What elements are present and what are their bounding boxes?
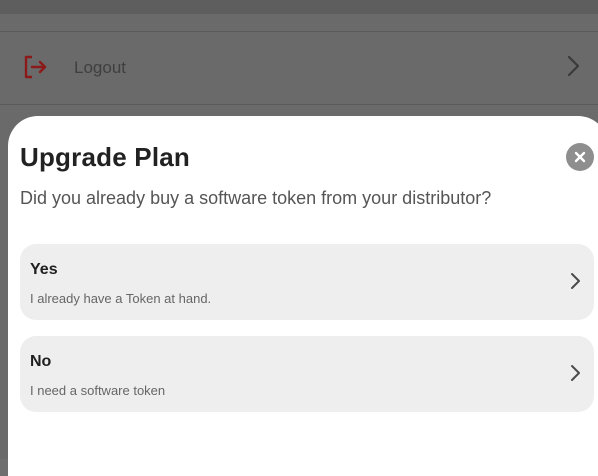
close-button[interactable] [566,143,594,171]
background-top-row [0,0,598,14]
option-title: No [30,353,52,370]
option-no-card[interactable]: No I need a software token [20,336,594,412]
chevron-right-icon [567,55,580,77]
close-icon [574,151,586,163]
chevron-right-icon [571,365,580,381]
chevron-right-icon [571,273,580,289]
upgrade-plan-sheet: Upgrade Plan Did you already buy a softw… [8,116,598,476]
sheet-question: Did you already buy a software token fro… [20,188,492,208]
option-subtitle: I need a software token [30,383,166,398]
option-subtitle: I already have a Token at hand. [30,291,212,306]
logout-icon [24,55,47,79]
option-yes-card[interactable]: Yes I already have a Token at hand. [20,244,594,320]
logout-row[interactable]: Logout [0,32,598,104]
divider [0,104,598,105]
option-title: Yes [30,261,58,278]
logout-label: Logout [74,58,126,77]
sheet-title: Upgrade Plan [20,142,190,172]
